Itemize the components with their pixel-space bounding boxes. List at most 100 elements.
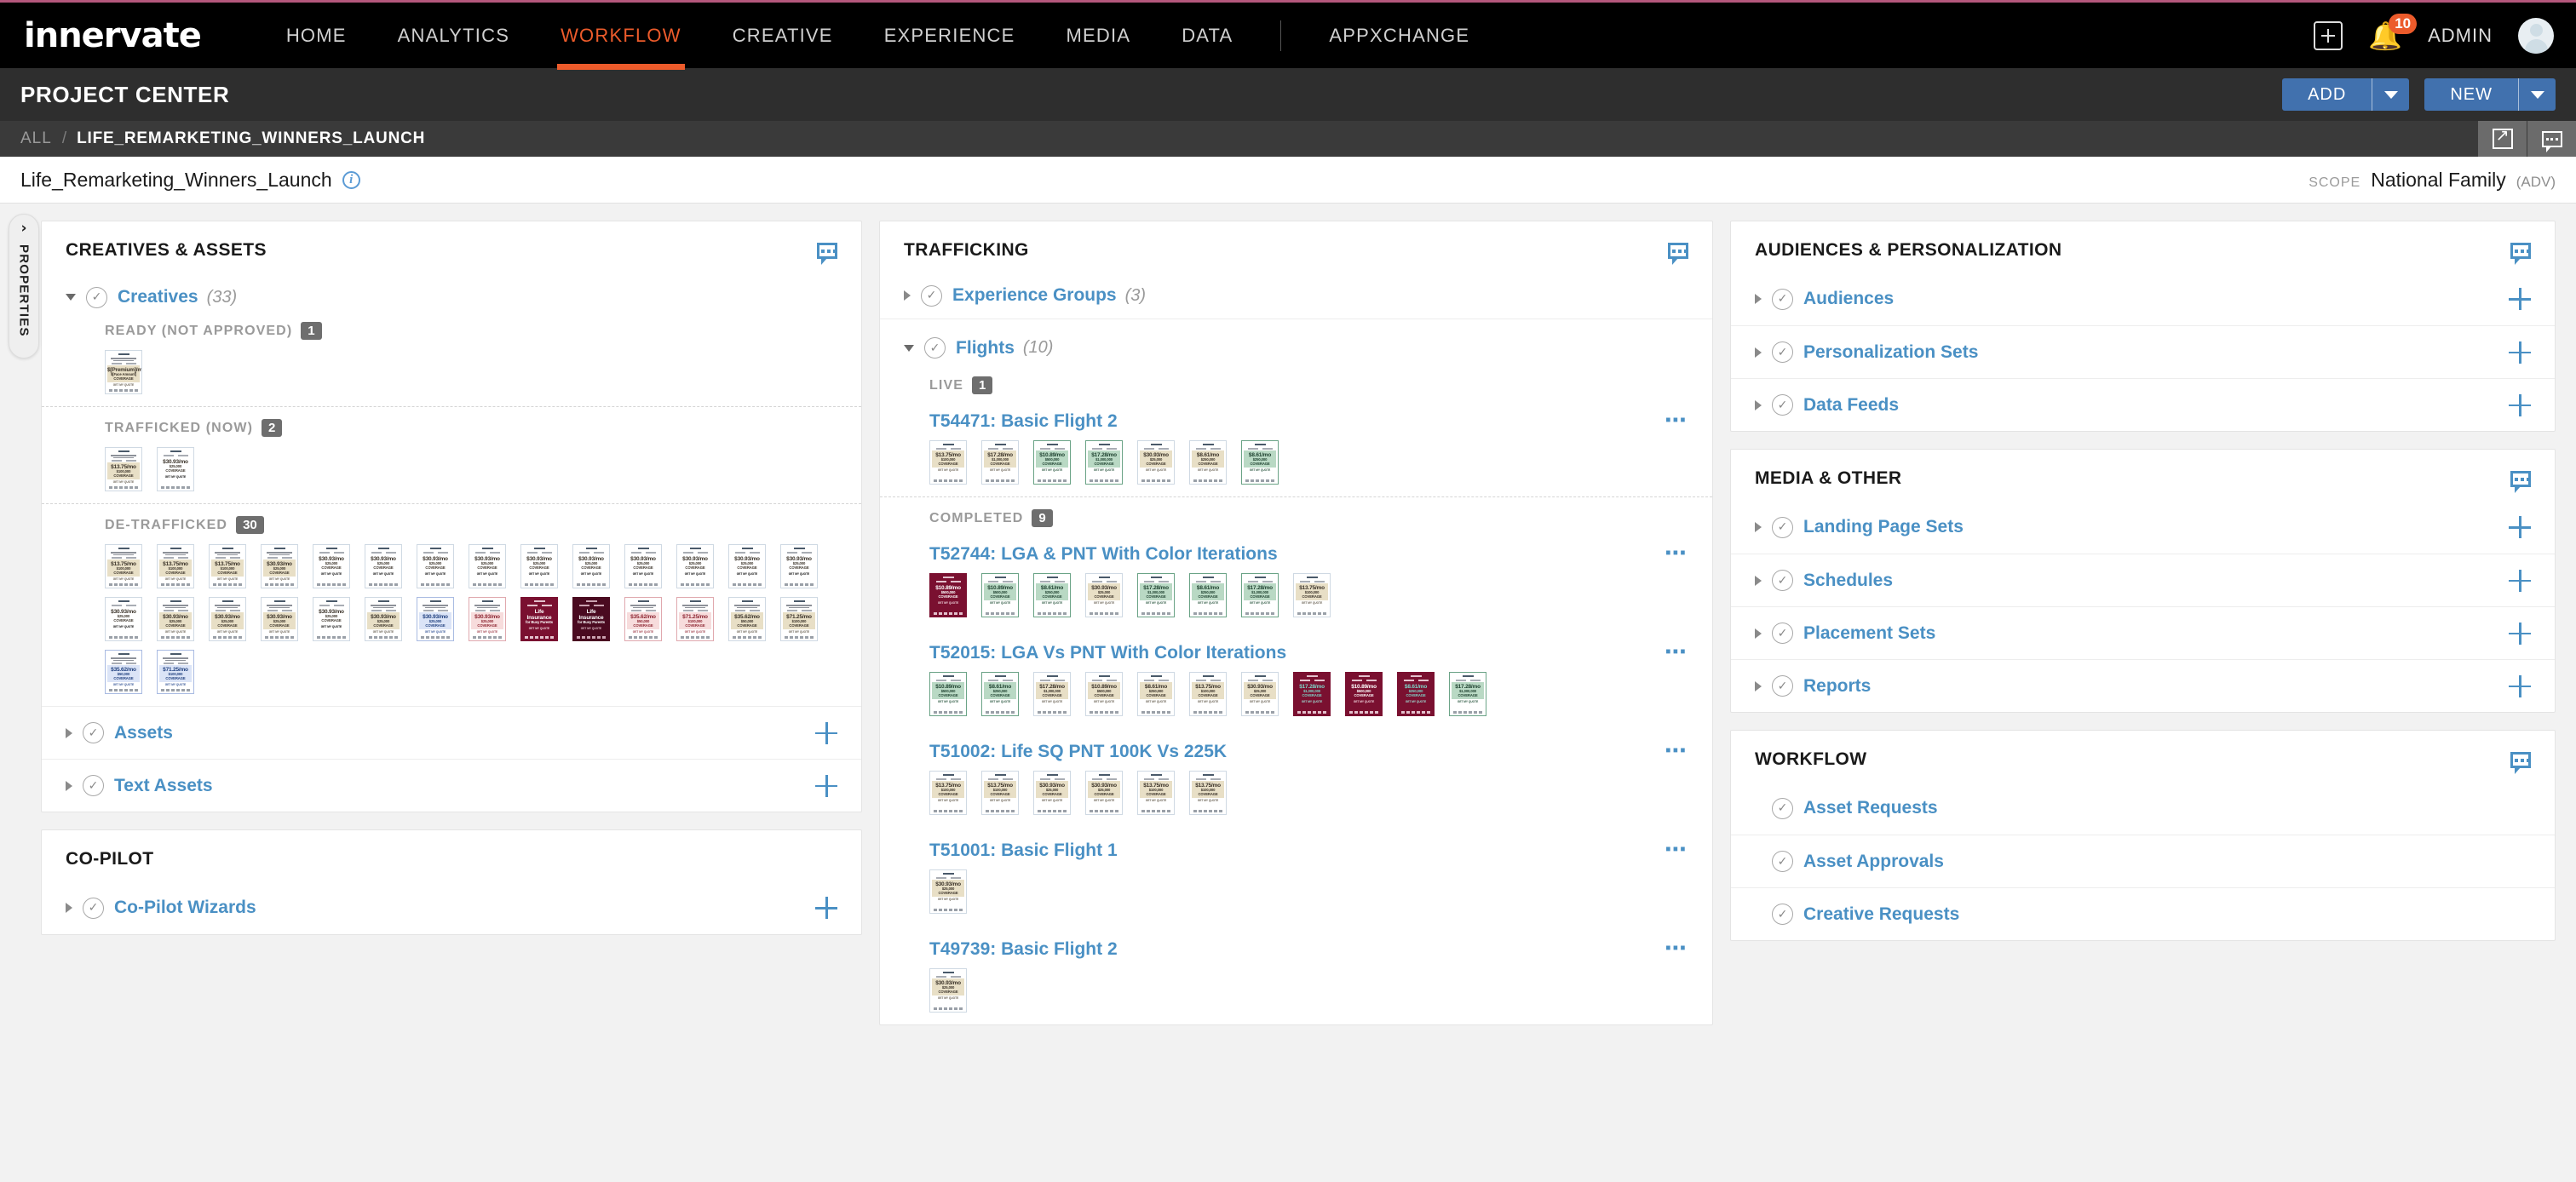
creative-thumbnail[interactable]: $10.89/mo $500,000 COVERAGE GET MY QUOTE: [1345, 672, 1383, 716]
flight-title-link[interactable]: T51001: Basic Flight 1: [929, 841, 1118, 861]
creative-thumbnail[interactable]: $30.93/mo $25,000 COVERAGE GET MY QUOTE: [261, 597, 298, 641]
creative-thumbnail[interactable]: Life Insurance for Busy Parents GET MY QUO…: [520, 597, 558, 641]
creative-thumbnail[interactable]: $71.25/mo $100,000 COVERAGE GET MY QUOTE: [676, 597, 714, 641]
creative-thumbnail[interactable]: $17.28/mo $1,000,000 COVERAGE GET MY QUOTE: [981, 440, 1020, 485]
creative-thumbnail[interactable]: $30.93/mo $25,000 COVERAGE GET MY QUOTE: [313, 544, 350, 588]
creative-thumbnail[interactable]: $30.93/mo $25,000 COVERAGE GET MY QUOTE: [365, 597, 402, 641]
row-label[interactable]: Placement Sets: [1803, 623, 1935, 644]
comment-bubble-icon[interactable]: [2510, 242, 2532, 265]
flight-title-link[interactable]: T54471: Basic Flight 2: [929, 411, 1118, 432]
creative-thumbnail[interactable]: $17.28/mo $1,000,000 COVERAGE GET MY QUOTE: [1137, 573, 1176, 617]
add-plus-icon[interactable]: [2314, 20, 2343, 50]
row-label[interactable]: Schedules: [1803, 571, 1893, 591]
creative-thumbnail[interactable]: $30.93/mo $25,000 COVERAGE GET MY QUOTE: [365, 544, 402, 588]
creative-thumbnail[interactable]: $30.93/mo $25,000 COVERAGE GET MY QUOTE: [676, 544, 714, 588]
creative-thumbnail[interactable]: $30.93/mo $25,000 COVERAGE GET MY QUOTE: [929, 869, 968, 914]
plus-icon[interactable]: [815, 721, 838, 744]
comment-bubble-icon[interactable]: [2510, 751, 2532, 774]
creative-thumbnail[interactable]: $30.93/mo $25,000 COVERAGE GET MY QUOTE: [1085, 573, 1124, 617]
row-co-pilot-wizards[interactable]: ✓ Co-Pilot Wizards: [42, 881, 861, 934]
caret-right-icon[interactable]: [904, 290, 911, 301]
caret-right-icon[interactable]: [1755, 680, 1762, 691]
caret-right-icon[interactable]: [66, 780, 72, 791]
nav-item-home[interactable]: HOME: [261, 2, 372, 70]
plus-icon[interactable]: [2509, 622, 2532, 645]
row-label[interactable]: Assets: [114, 723, 173, 743]
row-landing-page-sets[interactable]: ✓ Landing Page Sets: [1731, 501, 2555, 554]
nav-item-creative[interactable]: CREATIVE: [707, 2, 859, 70]
row-audiences[interactable]: ✓ Audiences: [1731, 273, 2555, 325]
comment-bubble-icon[interactable]: [2510, 470, 2532, 493]
creative-thumbnail[interactable]: $[Premium]/mo $[Face Amount] COVERAGE GET …: [105, 350, 142, 394]
creative-thumbnail[interactable]: $30.93/mo $25,000 COVERAGE GET MY QUOTE: [157, 597, 194, 641]
ellipsis-icon[interactable]: ⋯: [1665, 543, 1688, 565]
creative-thumbnail[interactable]: $17.28/mo $1,000,000 COVERAGE GET MY QUOTE: [1033, 672, 1072, 716]
ellipsis-icon[interactable]: ⋯: [1665, 741, 1688, 762]
caret-right-icon[interactable]: [1755, 294, 1762, 304]
comment-bubble-icon[interactable]: [817, 242, 838, 265]
plus-icon[interactable]: [2509, 393, 2532, 416]
creative-thumbnail[interactable]: $17.28/mo $1,000,000 COVERAGE GET MY QUOTE: [1293, 672, 1331, 716]
creative-thumbnail[interactable]: $8.61/mo $250,000 COVERAGE GET MY QUOTE: [981, 672, 1020, 716]
creative-thumbnail[interactable]: $30.93/mo $25,000 COVERAGE GET MY QUOTE: [1137, 440, 1176, 485]
row-asset-approvals[interactable]: ✓ Asset Approvals: [1731, 835, 2556, 887]
creative-thumbnail[interactable]: $8.61/mo $250,000 COVERAGE GET MY QUOTE: [1189, 573, 1228, 617]
creative-thumbnail[interactable]: $13.75/mo $100,000 COVERAGE GET MY QUOTE: [981, 771, 1020, 815]
row-label[interactable]: Co-Pilot Wizards: [114, 898, 256, 918]
creative-thumbnail[interactable]: $17.28/mo $1,000,000 COVERAGE GET MY QUOTE: [1449, 672, 1487, 716]
row-creative-requests[interactable]: ✓ Creative Requests: [1731, 887, 2556, 940]
creative-thumbnail[interactable]: $13.75/mo $100,000 COVERAGE GET MY QUOTE: [105, 544, 142, 588]
plus-icon[interactable]: [2509, 288, 2532, 310]
properties-panel-toggle[interactable]: › PROPERTIES: [9, 214, 39, 359]
creative-thumbnail[interactable]: $30.93/mo $25,000 COVERAGE GET MY QUOTE: [313, 597, 350, 641]
creative-thumbnail[interactable]: Life Insurance for Busy Parents GET MY QUO…: [572, 597, 610, 641]
caret-right-icon[interactable]: [1755, 522, 1762, 532]
nav-item-experience[interactable]: EXPERIENCE: [859, 2, 1041, 70]
creative-thumbnail[interactable]: $17.28/mo $1,000,000 COVERAGE GET MY QUOTE: [1241, 573, 1279, 617]
creative-thumbnail[interactable]: $30.93/mo $25,000 COVERAGE GET MY QUOTE: [105, 597, 142, 641]
caret-right-icon[interactable]: [1755, 575, 1762, 586]
creative-thumbnail[interactable]: $13.75/mo $100,000 COVERAGE GET MY QUOTE: [1189, 672, 1228, 716]
plus-icon[interactable]: [2509, 569, 2532, 592]
row-assets[interactable]: ✓ Assets: [42, 706, 862, 759]
flight-title-link[interactable]: T49739: Basic Flight 2: [929, 939, 1118, 960]
caret-right-icon[interactable]: [66, 727, 72, 738]
creative-thumbnail[interactable]: $71.25/mo $100,000 COVERAGE GET MY QUOTE: [157, 650, 194, 694]
flight-title-link[interactable]: T51002: Life SQ PNT 100K Vs 225K: [929, 742, 1227, 762]
ellipsis-icon[interactable]: ⋯: [1665, 642, 1688, 663]
row-label[interactable]: Asset Requests: [1803, 798, 1938, 818]
row-label[interactable]: Creative Requests: [1803, 904, 1959, 925]
creative-thumbnail[interactable]: $71.25/mo $100,000 COVERAGE GET MY QUOTE: [780, 597, 818, 641]
nav-item-appxchange[interactable]: APPXCHANGE: [1303, 2, 1495, 70]
expand-view-button[interactable]: [2477, 121, 2527, 157]
creative-thumbnail[interactable]: $30.93/mo $25,000 COVERAGE GET MY QUOTE: [624, 544, 662, 588]
notifications-button[interactable]: 🔔 10: [2368, 13, 2418, 49]
creative-thumbnail[interactable]: $8.61/mo $250,000 COVERAGE GET MY QUOTE: [1397, 672, 1435, 716]
plus-icon[interactable]: [2509, 516, 2532, 538]
creative-thumbnail[interactable]: $30.93/mo $25,000 COVERAGE GET MY QUOTE: [209, 597, 246, 641]
comments-button[interactable]: [2527, 121, 2576, 157]
row-label[interactable]: Data Feeds: [1803, 395, 1899, 416]
creative-thumbnail[interactable]: $13.75/mo $100,000 COVERAGE GET MY QUOTE: [1189, 771, 1228, 815]
experience-groups-link[interactable]: Experience Groups: [952, 285, 1117, 306]
plus-icon[interactable]: [815, 774, 838, 797]
row-placement-sets[interactable]: ✓ Placement Sets: [1731, 606, 2556, 659]
plus-icon[interactable]: [2509, 674, 2532, 697]
creative-thumbnail[interactable]: $35.62/mo $50,000 COVERAGE GET MY QUOTE: [624, 597, 662, 641]
creative-thumbnail[interactable]: $10.89/mo $500,000 COVERAGE GET MY QUOTE: [981, 573, 1020, 617]
creative-thumbnail[interactable]: $8.61/mo $250,000 COVERAGE GET MY QUOTE: [1189, 440, 1228, 485]
plus-icon[interactable]: [2509, 341, 2532, 364]
row-label[interactable]: Asset Approvals: [1803, 852, 1944, 872]
creative-thumbnail[interactable]: $8.61/mo $250,000 COVERAGE GET MY QUOTE: [1241, 440, 1279, 485]
row-label[interactable]: Landing Page Sets: [1803, 517, 1964, 537]
user-label[interactable]: ADMIN: [2428, 25, 2493, 47]
creative-thumbnail[interactable]: $10.89/mo $500,000 COVERAGE GET MY QUOTE: [1033, 440, 1072, 485]
app-logo[interactable]: innervate: [24, 16, 202, 55]
creative-thumbnail[interactable]: $13.75/mo $100,000 COVERAGE GET MY QUOTE: [929, 771, 968, 815]
creative-thumbnail[interactable]: $10.89/mo $500,000 COVERAGE GET MY QUOTE: [929, 672, 968, 716]
caret-down-icon[interactable]: [66, 294, 76, 301]
ellipsis-icon[interactable]: ⋯: [1665, 938, 1688, 960]
row-text-assets[interactable]: ✓ Text Assets: [42, 759, 862, 812]
creative-thumbnail[interactable]: $13.75/mo $100,000 COVERAGE GET MY QUOTE: [209, 544, 246, 588]
row-label[interactable]: Personalization Sets: [1803, 342, 1978, 363]
